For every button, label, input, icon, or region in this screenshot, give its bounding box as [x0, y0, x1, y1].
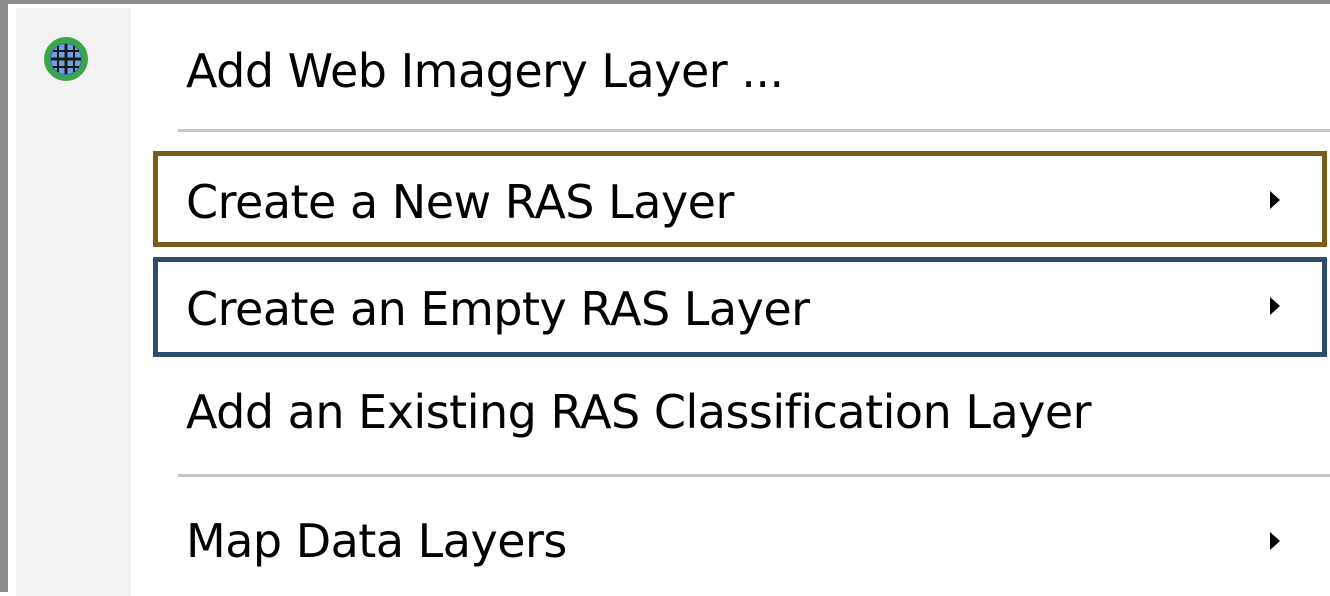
context-menu: Add Web Imagery Layer ... Create a New R… — [0, 0, 1330, 596]
globe-icon — [44, 37, 88, 81]
submenu-arrow-icon — [1270, 191, 1280, 209]
submenu-arrow-icon — [1270, 297, 1280, 315]
menu-separator — [178, 129, 1330, 132]
menu-item-map-data-layers[interactable]: Map Data Layers — [16, 484, 1330, 592]
menu-item-create-empty-ras-layer[interactable]: Create an Empty RAS Layer — [16, 253, 1330, 358]
menu-item-label: Create an Empty RAS Layer — [186, 282, 810, 336]
menu-separator — [178, 474, 1330, 477]
menu-item-label: Add an Existing RAS Classification Layer — [186, 385, 1092, 439]
menu-item-add-existing-ras-classification-layer[interactable]: Add an Existing RAS Classification Layer — [16, 359, 1330, 465]
menu-item-label: Map Data Layers — [186, 514, 567, 568]
submenu-arrow-icon — [1270, 532, 1280, 550]
menu-item-label: Create a New RAS Layer — [186, 175, 734, 229]
menu-item-create-new-ras-layer[interactable]: Create a New RAS Layer — [16, 147, 1330, 247]
menu-item-add-web-imagery-layer[interactable]: Add Web Imagery Layer ... — [16, 4, 1330, 122]
menu-item-label: Add Web Imagery Layer ... — [186, 44, 784, 98]
